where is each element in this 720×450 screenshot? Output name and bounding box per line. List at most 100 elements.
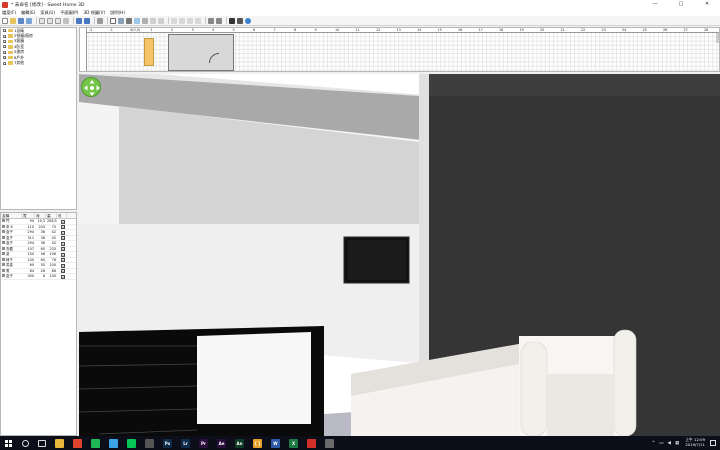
paste-icon[interactable] [55,17,61,24]
text-bold-icon[interactable] [179,17,185,24]
plan-room-orange[interactable] [144,38,154,66]
save-icon[interactable] [18,17,24,24]
premiere-icon[interactable]: Pr [199,438,208,448]
ruler-label: 20 [540,28,545,32]
column-visible[interactable]: 可 [57,213,67,218]
pan-mode-icon[interactable] [118,17,124,24]
cell-depth: 36 [40,230,45,234]
chrome-icon[interactable] [73,438,82,448]
delete-icon[interactable] [63,17,69,24]
expand-icon[interactable]: + [3,34,7,38]
redo-icon[interactable] [84,17,90,24]
start-button[interactable] [3,438,13,448]
word-icon[interactable]: W [271,438,280,448]
visible-checkbox[interactable]: ☑ [61,225,65,229]
unity-icon[interactable] [145,438,154,448]
brackets-icon[interactable]: [ ] [253,438,262,448]
column-width[interactable]: 寬 [22,213,35,218]
app-icon[interactable] [109,438,118,448]
visible-checkbox[interactable]: ☑ [61,236,65,240]
text-italic-icon[interactable] [187,17,193,24]
sweet-home-3d-icon[interactable] [325,438,334,448]
new-file-icon[interactable] [2,17,8,24]
animate-icon[interactable]: An [235,438,244,448]
3d-view[interactable] [79,74,720,436]
line-icon[interactable] [127,438,136,448]
column-depth[interactable]: 深 [35,213,46,218]
lightroom-icon[interactable]: Lr [181,438,190,448]
cut-icon[interactable] [39,17,45,24]
create-walls-icon[interactable] [126,17,132,24]
table-row[interactable]: 盒子 300 6 150 ☑ [1,274,76,280]
copy-icon[interactable] [47,17,53,24]
visible-checkbox[interactable]: ☑ [61,263,65,268]
visible-checkbox[interactable]: ☑ [61,269,65,273]
network-icon[interactable]: ▭ [659,441,663,446]
save-as-icon[interactable] [26,17,32,24]
maximize-button[interactable]: □ [668,0,694,9]
expand-icon[interactable]: + [3,39,7,43]
acrobat-icon[interactable] [307,438,316,448]
text-style-icon[interactable] [171,17,177,24]
menu-help[interactable]: 說明(H) [110,10,125,16]
excel-icon[interactable]: X [289,438,298,448]
undo-icon[interactable] [76,17,82,24]
menu-edit[interactable]: 編輯(E) [21,10,35,16]
video-icon[interactable] [237,17,243,24]
minimize-button[interactable]: — [642,0,668,9]
create-polylines-icon[interactable] [142,17,148,24]
menu-3d-view[interactable]: 3D 視圖(V) [83,10,105,16]
visible-checkbox[interactable]: ☑ [61,258,65,262]
column-name[interactable]: 名稱 [1,213,22,218]
menu-plan[interactable]: 平面圖(P) [60,10,78,16]
visible-checkbox[interactable]: ☑ [61,230,65,235]
file-explorer-icon[interactable] [55,438,64,448]
expand-icon[interactable]: + [3,56,7,60]
notifications-icon[interactable] [710,440,716,446]
text-size-icon[interactable] [195,17,201,24]
help-icon[interactable] [245,17,251,24]
plan-scrollbar[interactable] [716,33,719,43]
visible-checkbox[interactable]: ☑ [61,274,65,279]
cell-name: 盒子 [1,235,22,241]
after-effects-icon[interactable]: Ae [217,438,226,448]
close-button[interactable]: ✕ [694,0,720,9]
open-file-icon[interactable] [10,17,16,24]
vertical-ruler [80,28,87,71]
clock[interactable]: 上午 12:09 2019/7/11 [685,438,705,447]
menu-file[interactable]: 檔案(F) [2,10,16,16]
create-dimensions-icon[interactable] [150,17,156,24]
visible-checkbox[interactable]: ☑ [61,219,65,224]
photoshop-icon[interactable]: Ps [163,438,172,448]
expand-icon[interactable]: + [3,61,7,65]
plan-room-main[interactable] [168,34,234,71]
title-bar[interactable]: * 未命名 [修改] - Sweet Home 3D — □ ✕ [0,0,720,9]
search-icon[interactable] [22,439,29,447]
add-text-icon[interactable] [158,17,164,24]
keyboard-icon[interactable]: ▦ [675,441,679,446]
spotify-icon[interactable] [91,438,100,448]
3d-navigation-control[interactable] [81,77,101,97]
visible-checkbox[interactable]: ☑ [61,241,65,246]
window-title: * 未命名 [修改] - Sweet Home 3D [11,2,85,8]
plan-view[interactable]: -2 -1 0(0,0) 1 2 3 4 5 6 7 8 9 10 11 12 13 14 15 16 17 18 19 2… [79,27,720,72]
ruler-label: -2 [89,28,93,32]
volume-icon[interactable]: ◀ [668,441,671,446]
visible-checkbox[interactable]: ☑ [61,252,65,257]
catalog-category[interactable]: +7其他 [1,60,76,65]
column-height[interactable]: 高 [46,213,57,218]
zoom-out-icon[interactable] [216,17,222,24]
expand-icon[interactable]: + [3,29,7,33]
3d-scene[interactable] [79,74,720,436]
select-mode-icon[interactable] [110,17,116,24]
visible-checkbox[interactable]: ☑ [61,247,65,251]
task-view-icon[interactable] [38,439,46,447]
show-hidden-icons-icon[interactable]: ^ [651,441,655,446]
menu-furniture[interactable]: 家具(U) [40,10,55,16]
add-furniture-icon[interactable] [97,17,103,24]
expand-icon[interactable]: + [3,50,7,54]
zoom-in-icon[interactable] [208,17,214,24]
create-rooms-icon[interactable] [134,17,140,24]
expand-icon[interactable]: + [3,45,7,49]
photo-icon[interactable] [229,17,235,24]
